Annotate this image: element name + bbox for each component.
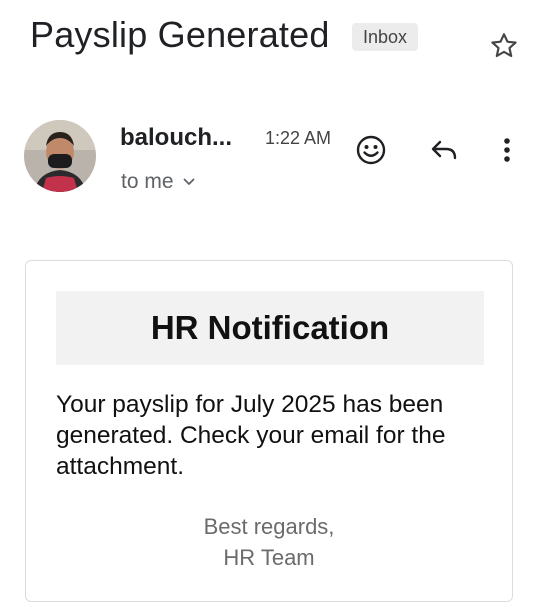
add-reaction-icon[interactable] [354,133,388,167]
chevron-down-icon [183,178,194,185]
recipient-label: to me [121,170,174,193]
signature-text: HR Team [223,545,315,570]
message-signature: Best regards, HR Team [26,511,512,573]
sender-name[interactable]: balouch... [120,124,232,152]
email-subject: Payslip Generated [30,14,330,55]
inbox-label-badge[interactable]: Inbox [352,23,419,51]
reply-icon[interactable] [427,133,461,167]
more-vertical-icon[interactable] [490,133,524,167]
recipient-toggle[interactable]: to me [121,170,196,194]
email-time: 1:22 AM [265,128,332,148]
message-card: HR Notification Your payslip for July 20… [25,260,513,602]
notification-header: HR Notification [56,291,484,365]
notification-title: HR Notification [150,309,390,346]
sender-avatar[interactable] [24,120,96,192]
signoff-text: Best regards, [203,514,335,539]
star-icon[interactable] [488,30,520,62]
message-body: Your payslip for July 2025 has been gene… [56,391,446,480]
